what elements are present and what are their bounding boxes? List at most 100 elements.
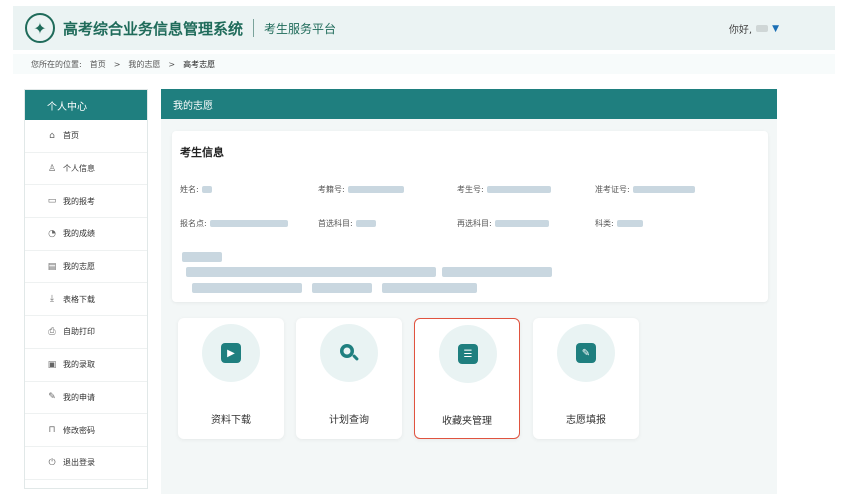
sidebar-item-my-admission[interactable]: ▣ 我的录取 [25, 349, 147, 382]
redacted-block [382, 283, 477, 293]
breadcrumb-item-home[interactable]: 首页 [90, 59, 106, 70]
user-menu[interactable]: 你好, ▼ [728, 21, 779, 37]
chart-icon: ◔ [48, 228, 56, 239]
calendar-icon: ▣ [47, 359, 57, 370]
caret-down-icon[interactable]: ▼ [772, 24, 779, 34]
sidebar-item-self-print[interactable]: ⎙ 自助打印 [25, 316, 147, 349]
sidebar-item-label: 个人信息 [63, 164, 95, 174]
second-subject-label: 再选科目: [457, 219, 492, 228]
sidebar-item-label: 表格下载 [63, 294, 95, 304]
header-divider [253, 19, 255, 37]
tile-label: 志愿填报 [566, 415, 606, 426]
print-icon: ⎙ [48, 326, 56, 337]
search-icon [340, 344, 359, 361]
sidebar-item-my-volunteer[interactable]: ▤ 我的志愿 [25, 251, 147, 284]
top-header: ✦ 高考综合业务信息管理系统 考生服务平台 你好, ▼ [13, 6, 835, 50]
tile-materials-download[interactable]: ▶ 资料下载 [178, 318, 284, 439]
site-label: 报名点: [180, 219, 207, 228]
sidebar-item-label: 我的申请 [63, 392, 95, 402]
sidebar: 个人中心 ⌂ 首页 ♙ 个人信息 ▭ 我的报考 ◔ 我的成绩 ▤ 我的志愿 ⤓ … [24, 89, 148, 489]
sidebar-item-logout[interactable]: ⏻ 退出登录 [25, 447, 147, 480]
first-subject-value-redacted [355, 220, 376, 227]
breadcrumb-prefix: 您所在的位置: [31, 59, 82, 69]
lock-icon: ⊓ [48, 425, 56, 436]
tile-icon-circle: ▶ [202, 324, 260, 382]
sidebar-item-my-scores[interactable]: ◔ 我的成绩 [25, 218, 147, 251]
site-value-redacted [209, 220, 288, 227]
sidebar-item-label: 修改密码 [63, 425, 95, 435]
list-icon: ☰ [458, 344, 478, 364]
redacted-block [442, 267, 552, 277]
form-edit-icon: ✎ [576, 343, 596, 363]
tile-plan-query[interactable]: 计划查询 [296, 318, 402, 439]
sidebar-item-my-registration[interactable]: ▭ 我的报考 [25, 185, 147, 219]
ticket-no-value-redacted [632, 186, 695, 193]
sidebar-item-label: 自助打印 [63, 327, 95, 337]
sidebar-item-personal-info[interactable]: ♙ 个人信息 [25, 153, 147, 186]
panel-title: 我的志愿 [161, 89, 777, 119]
name-label: 姓名: [180, 185, 199, 194]
candidate-info-card: 考生信息 姓名: 考籍号: 考生号: 准考证号: 报名点: 首选科目: 再选科目… [172, 131, 768, 302]
sidebar-item-form-download[interactable]: ⤓ 表格下载 [25, 283, 147, 317]
tile-favorites-manage[interactable]: ☰ 收藏夹管理 [414, 318, 520, 439]
first-subject-field: 首选科目: [318, 218, 376, 229]
sidebar-item-label: 我的志愿 [63, 262, 95, 272]
exam-no-field: 考籍号: [318, 184, 404, 195]
name-value-redacted [201, 186, 212, 193]
redacted-block [192, 283, 302, 293]
sidebar-item-my-application[interactable]: ✎ 我的申请 [25, 382, 147, 415]
document-icon: ▤ [47, 261, 57, 272]
platform-title: 考生服务平台 [264, 21, 337, 36]
breadcrumb-separator: > [113, 59, 121, 69]
home-icon: ⌂ [49, 130, 55, 141]
candidate-no-value-redacted [486, 186, 551, 193]
sidebar-item-label: 退出登录 [63, 458, 95, 468]
user-name-redacted [756, 25, 769, 32]
person-icon: ♙ [47, 163, 57, 174]
tile-volunteer-fill[interactable]: ✎ 志愿填报 [533, 318, 639, 439]
id-card-icon: ▭ [47, 196, 57, 207]
emblem-icon: ✦ [25, 13, 55, 43]
redacted-block [182, 252, 222, 262]
tile-label: 计划查询 [329, 415, 369, 426]
candidate-no-label: 考生号: [457, 185, 484, 194]
redacted-block [312, 283, 372, 293]
sidebar-item-label: 首页 [63, 131, 79, 141]
candidate-no-field: 考生号: [457, 184, 551, 195]
category-label: 科类: [595, 219, 614, 228]
ticket-no-label: 准考证号: [595, 185, 630, 194]
logout-icon: ⏻ [48, 457, 56, 468]
greeting-text: 你好, [728, 25, 753, 36]
breadcrumb-item-current: 高考志愿 [183, 59, 216, 69]
sidebar-item-change-password[interactable]: ⊓ 修改密码 [25, 414, 147, 447]
sidebar-title: 个人中心 [25, 90, 147, 120]
system-title: 高考综合业务信息管理系统 [63, 19, 244, 38]
first-subject-label: 首选科目: [318, 219, 353, 228]
play-icon: ▶ [221, 343, 241, 363]
edit-icon: ✎ [48, 392, 56, 403]
sidebar-item-label: 我的报考 [63, 196, 95, 206]
redacted-block [186, 267, 436, 277]
breadcrumb-item-my-volunteer[interactable]: 我的志愿 [128, 59, 160, 70]
sidebar-item-label: 我的成绩 [63, 229, 95, 239]
second-subject-value-redacted [494, 220, 549, 227]
tile-icon-circle: ☰ [439, 325, 497, 383]
second-subject-field: 再选科目: [457, 218, 549, 229]
ticket-no-field: 准考证号: [595, 184, 695, 195]
breadcrumb-separator: > [168, 59, 176, 69]
exam-no-label: 考籍号: [318, 185, 345, 194]
breadcrumb: 您所在的位置: 首页 > 我的志愿 > 高考志愿 [13, 54, 835, 74]
category-field: 科类: [595, 218, 643, 229]
tile-label: 收藏夹管理 [442, 416, 492, 427]
download-icon: ⤓ [50, 294, 54, 305]
tile-icon-circle: ✎ [557, 324, 615, 382]
site-field: 报名点: [180, 218, 288, 229]
sidebar-item-label: 我的录取 [63, 360, 95, 370]
info-title: 考生信息 [180, 146, 224, 159]
sidebar-item-home[interactable]: ⌂ 首页 [25, 120, 147, 153]
exam-no-value-redacted [347, 186, 404, 193]
name-field: 姓名: [180, 184, 212, 195]
category-value-redacted [616, 220, 643, 227]
tile-icon-circle [320, 324, 378, 382]
tile-label: 资料下载 [211, 415, 251, 426]
